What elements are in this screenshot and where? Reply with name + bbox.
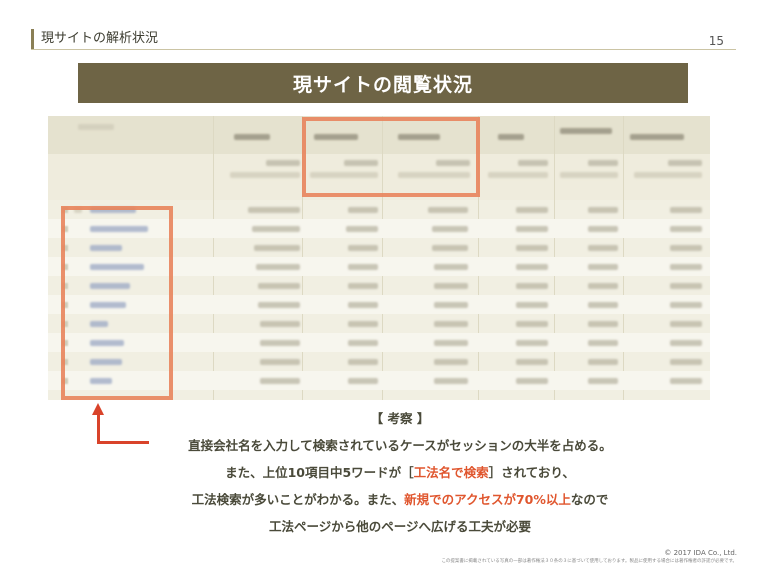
header-accent-bar [31,29,34,49]
blurred-cell [670,264,702,270]
title-banner: 現サイトの閲覧状況 [78,63,688,103]
blurred-cell [434,340,468,346]
blurred-cell [434,378,468,384]
blurred-cell [260,340,300,346]
blurred-cell [516,378,548,384]
blurred-cell [348,264,378,270]
blurred-cell [588,359,618,365]
blurred-cell [252,226,300,232]
blurred-cell [670,359,702,365]
blurred-cell [348,378,378,384]
blurred-header-text [560,128,612,134]
blurred-cell [588,264,618,270]
blurred-summary-value [588,160,618,166]
blurred-cell [258,283,300,289]
page-title: 現サイトの閲覧状況 [292,73,473,96]
blurred-cell [588,321,618,327]
analysis-line-3-b: なので [570,492,609,507]
blurred-cell [434,283,468,289]
blurred-cell [516,245,548,251]
blurred-cell [588,283,618,289]
analysis-line-3: 工法検索が多いことがわかる。また、新規でのアクセスが70%以上なので [120,486,680,513]
analysis-line-3-highlight: 新規でのアクセスが70%以上 [404,492,571,507]
blurred-header-text [78,124,114,130]
blurred-summary-value [488,172,548,178]
blurred-cell [670,245,702,251]
analysis-line-2-b: ］されており、 [488,465,575,480]
blurred-cell [248,207,300,213]
blurred-summary-value [634,172,702,178]
blurred-cell [516,226,548,232]
analysis-line-2-highlight: 工法名で検索 [413,465,489,480]
blurred-cell [348,207,378,213]
legal-notice: この提案書に掲載されている写真の一部は著作権法３０条の３に基づいて使用しておりま… [441,559,737,564]
blurred-cell [260,378,300,384]
blurred-cell [670,207,702,213]
highlight-box-keywords [61,206,173,400]
copyright: © 2017 IDA Co., Ltd. [664,549,737,557]
blurred-cell [434,321,468,327]
analysis-notes: 【 考察 】 直接会社名を入力して検索されているケースがセッションの大半を占める… [120,405,680,540]
blurred-cell [516,264,548,270]
blurred-cell [348,359,378,365]
blurred-cell [516,283,548,289]
blurred-cell [254,245,300,251]
analysis-line-3-a: 工法検索が多いことがわかる。また、 [191,492,405,507]
analysis-line-2-a: また、上位10項目中5ワードが［ [225,465,414,480]
blurred-cell [670,226,702,232]
blurred-cell [348,340,378,346]
blurred-cell [348,283,378,289]
blurred-cell [434,302,468,308]
section-title: 現サイトの解析状況 [41,31,159,46]
blurred-cell [516,321,548,327]
blurred-cell [434,264,468,270]
blurred-cell [670,283,702,289]
blurred-summary-value [518,160,548,166]
highlight-box-new-sessions [302,117,480,197]
blurred-cell [348,302,378,308]
blurred-cell [670,321,702,327]
blurred-summary-value [560,172,618,178]
blurred-cell [670,302,702,308]
blurred-cell [432,245,468,251]
blurred-header-text [234,134,270,140]
blurred-cell [588,245,618,251]
analysis-heading: 【 考察 】 [370,411,430,426]
blurred-summary-value [668,160,702,166]
blurred-cell [588,207,618,213]
blurred-cell [588,378,618,384]
blurred-cell [428,207,468,213]
blurred-cell [432,226,468,232]
blurred-header-text [498,134,524,140]
blurred-summary-value [266,160,300,166]
blurred-cell [256,264,300,270]
blurred-cell [260,359,300,365]
blurred-cell [258,302,300,308]
blurred-cell [588,226,618,232]
blurred-cell [346,226,378,232]
blurred-cell [670,340,702,346]
analysis-line-4: 工法ページから他のページへ広げる工夫が必要 [268,519,531,534]
blurred-cell [516,302,548,308]
blurred-cell [434,359,468,365]
page-number: 15 [708,34,724,48]
blurred-cell [348,321,378,327]
blurred-cell [588,340,618,346]
blurred-cell [516,207,548,213]
blurred-cell [516,359,548,365]
blurred-cell [348,245,378,251]
blurred-cell [260,321,300,327]
blurred-cell [588,302,618,308]
blurred-summary-value [230,172,300,178]
blurred-cell [516,340,548,346]
blurred-cell [670,378,702,384]
blurred-header-text [630,134,684,140]
analysis-line-2: また、上位10項目中5ワードが［工法名で検索］されており、 [120,459,680,486]
analysis-line-1: 直接会社名を入力して検索されているケースがセッションの大半を占める。 [188,438,612,453]
header-divider [31,49,736,50]
